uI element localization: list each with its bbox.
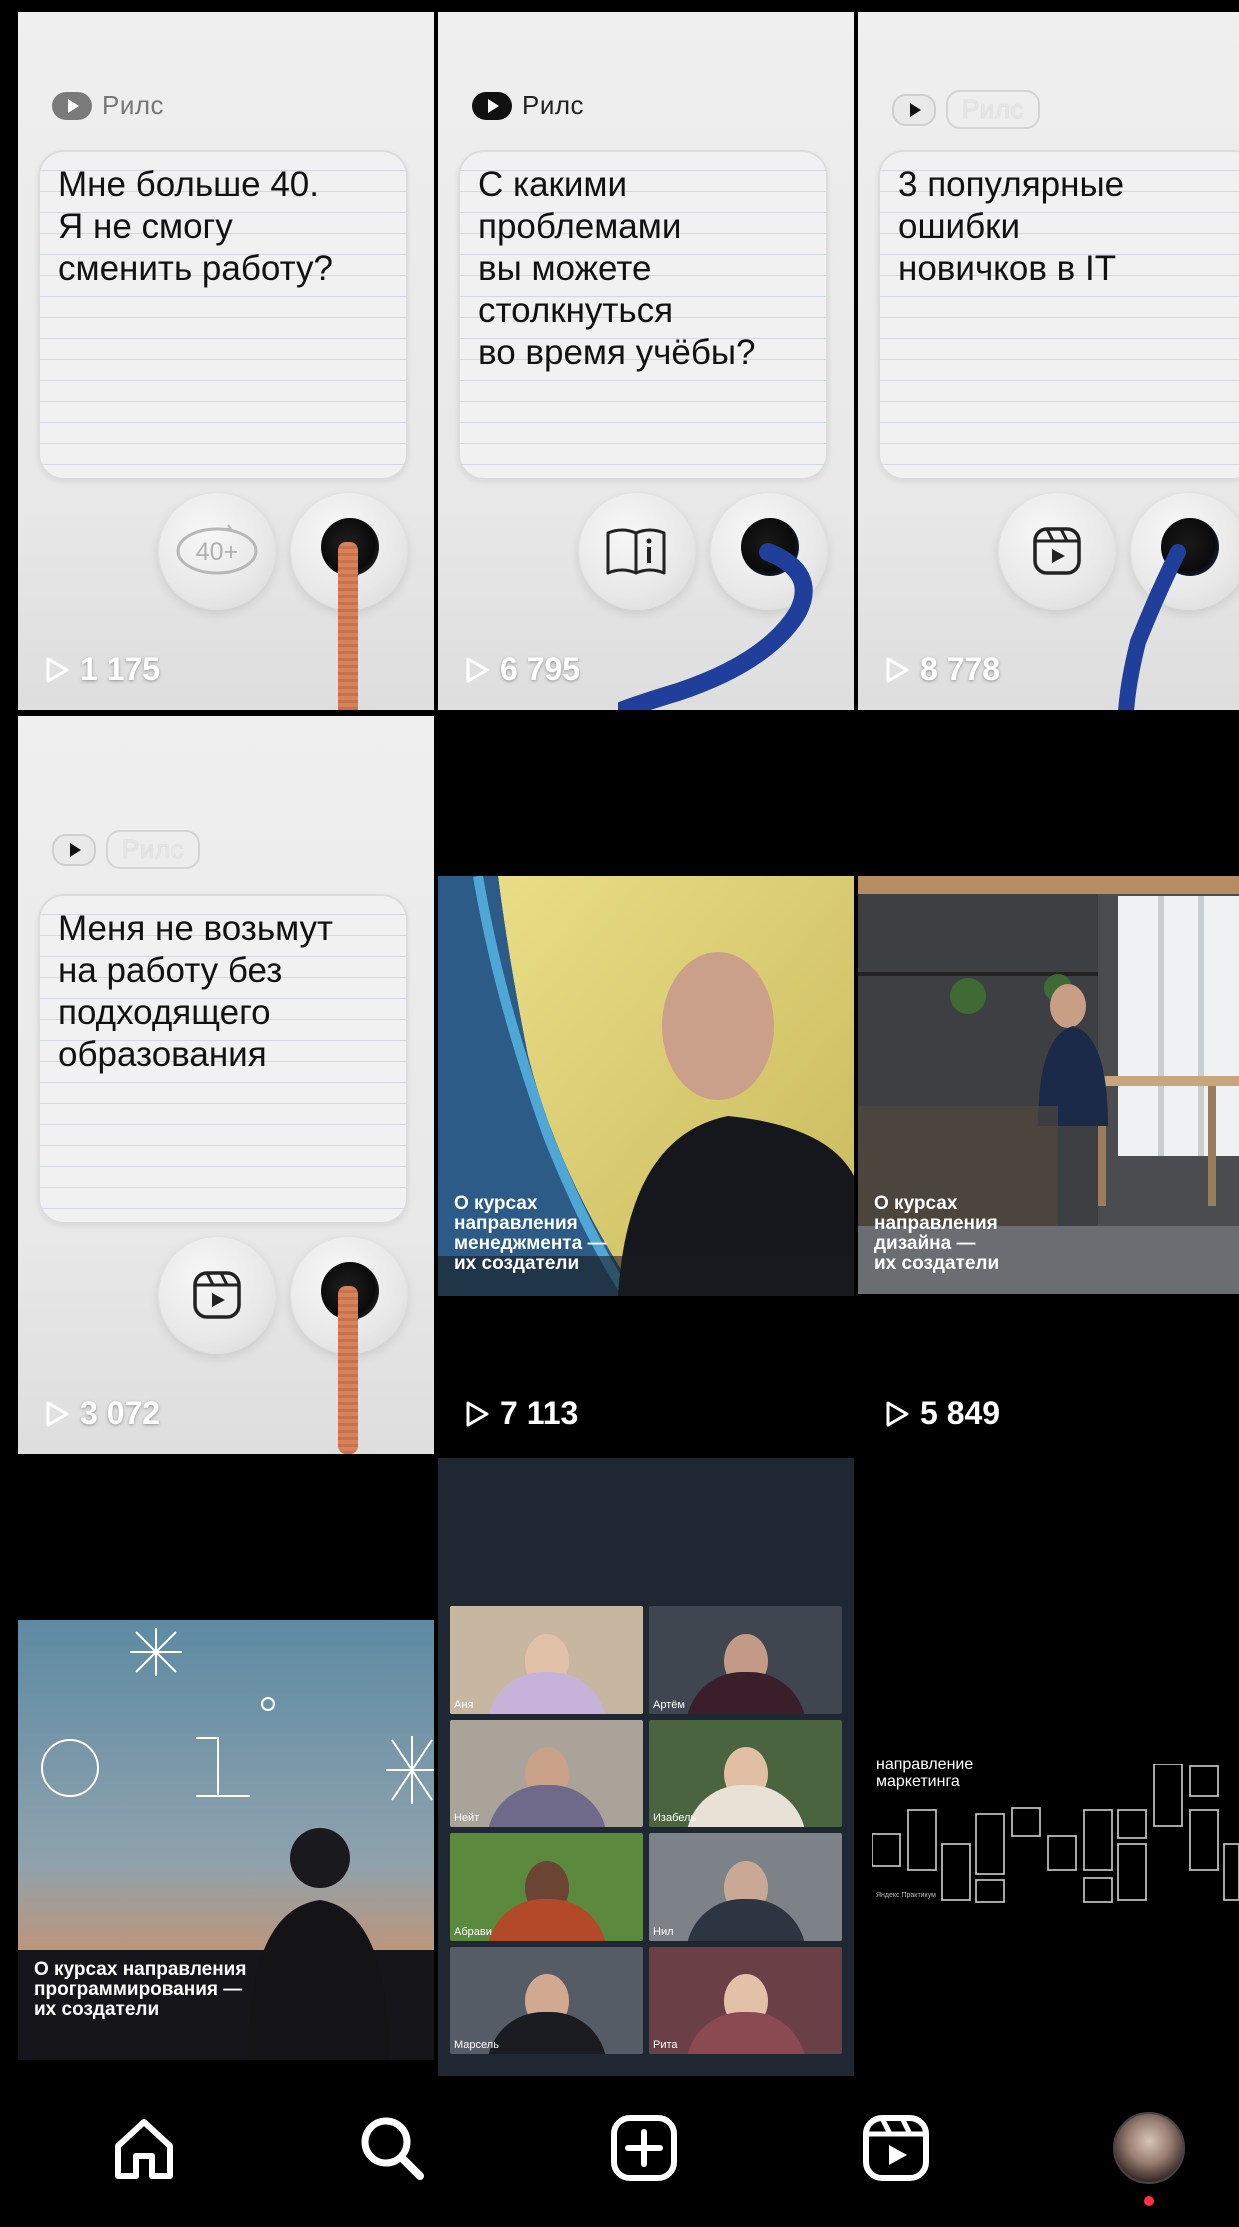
reel-tile-4[interactable]: Рилс Меня не возьмут на работу без подхо… <box>18 716 434 1454</box>
blue-cable <box>618 543 813 710</box>
participant-name: Марсель <box>454 2039 499 2051</box>
participant-name: Нейт <box>454 1812 480 1824</box>
view-count-value: 1 175 <box>80 651 161 687</box>
video-caption: О курсах направления программирования — … <box>34 1959 247 2020</box>
reels-tag: Рилс <box>52 90 164 121</box>
home-icon <box>115 2119 173 2179</box>
participant-name: Аня <box>454 1698 474 1711</box>
participant-name: Изабель <box>653 1812 697 1824</box>
video-tile-management[interactable]: О курсах направления менеджмента — их со… <box>438 716 854 1454</box>
play-icon <box>46 657 69 682</box>
brand-label: Яндекс Практикум <box>876 1892 936 1899</box>
play-icon <box>466 657 489 682</box>
view-count: 6 795 <box>464 651 580 688</box>
view-count-value: 5 849 <box>920 1395 1001 1431</box>
reels-tag-label: Рилс <box>106 830 201 869</box>
view-count-value: 6 795 <box>500 651 581 687</box>
play-icon <box>892 93 936 126</box>
participant-tile: Изабель <box>649 1719 842 1827</box>
participant-body <box>486 1671 607 1714</box>
view-count-value: 7 113 <box>500 1395 579 1431</box>
participant-tile: Абрави <box>450 1833 643 1941</box>
view-count: 3 072 <box>44 1395 160 1432</box>
play-icon <box>466 1401 489 1426</box>
reel-tile-1[interactable]: Рилс Мне больше 40. Я не смогу сменить р… <box>18 12 434 710</box>
play-icon <box>886 1401 909 1426</box>
note-card: Мне больше 40. Я не смогу сменить работу… <box>38 150 408 480</box>
reel-tile-3[interactable]: Рилс 3 популярные ошибки новичков в IT 8… <box>858 12 1239 710</box>
reel-title: 3 популярные ошибки новичков в IT <box>898 165 1125 288</box>
participant-name: Абрави <box>454 1925 492 1938</box>
avatar <box>1113 2112 1185 2184</box>
reels-tag-label: Рилс <box>102 90 165 120</box>
participant-name: Артём <box>653 1698 685 1711</box>
participant-body <box>685 2012 806 2054</box>
reels-tag: Рилс <box>892 90 1041 129</box>
play-icon <box>46 1401 69 1426</box>
view-count-value: 3 072 <box>80 1395 161 1431</box>
video-call-grid: Аня Артём Нейт Изабель Абрави Нил Марсел… <box>450 1606 842 2054</box>
age-badge-icon: 40+ <box>176 524 258 575</box>
age-badge: 40+ <box>158 492 276 610</box>
video-caption: О курсах направления менеджмента — их со… <box>454 1193 607 1274</box>
note-card: Меня не возьмут на работу без подходящег… <box>38 894 408 1224</box>
video-tile-programming[interactable]: О курсах направления программирования — … <box>18 1458 434 2076</box>
reel-title: Мне больше 40. Я не смогу сменить работу… <box>58 165 333 288</box>
reel-title: Меня не возьмут на работу без подходящег… <box>58 909 334 1074</box>
participant-tile: Аня <box>450 1606 643 1714</box>
participant-tile: Нил <box>649 1833 842 1941</box>
play-icon <box>886 657 909 682</box>
bottom-navigation <box>0 2080 1239 2227</box>
video-tile-creators[interactable]: Аня Артём Нейт Изабель Абрави Нил Марсел… <box>438 1458 854 2076</box>
participant-body <box>486 1898 607 1941</box>
participant-tile: Нейт <box>450 1719 643 1827</box>
play-icon <box>472 91 512 120</box>
search-icon <box>361 2117 424 2180</box>
blue-cable <box>1118 544 1186 710</box>
reels-tag: Рилс <box>472 90 584 121</box>
view-count: 7 113 <box>464 1395 578 1432</box>
participant-body <box>486 1785 607 1827</box>
nav-profile[interactable] <box>1109 2108 1189 2188</box>
participant-tile: Артём <box>649 1606 842 1714</box>
participant-body <box>685 1785 806 1827</box>
reel-tile-2[interactable]: Рилс С какими проблемами вы можете столк… <box>438 12 854 710</box>
view-count: 1 175 <box>44 651 160 688</box>
participant-name: Рита <box>653 2039 678 2051</box>
notification-dot <box>1144 2196 1154 2206</box>
note-card: С какими проблемами вы можете столкнутьс… <box>458 150 828 480</box>
view-count-value: 8 778 <box>920 651 1001 687</box>
participant-body <box>685 1671 806 1714</box>
explore-grid-screen: Рилс Мне больше 40. Я не смогу сменить р… <box>0 0 1239 2227</box>
participant-tile: Рита <box>649 1946 842 2054</box>
reels-tag: Рилс <box>52 830 201 869</box>
view-count: 8 778 <box>884 651 1000 688</box>
age-badge-label: 40+ <box>196 538 238 566</box>
orange-cable <box>338 1286 358 1454</box>
reels-icon <box>193 1271 241 1319</box>
reels-icon <box>863 2115 929 2181</box>
video-tile-marketing[interactable]: направление маркетинга Яндекс Практикум <box>858 1458 1239 2076</box>
nav-home[interactable] <box>104 2108 184 2188</box>
orange-cable <box>338 542 358 710</box>
nav-search[interactable] <box>352 2108 432 2188</box>
participant-tile: Марсель <box>450 1946 643 2054</box>
reels-tag-label: Рилс <box>946 90 1041 129</box>
reels-icon <box>1033 527 1081 575</box>
note-card: 3 популярные ошибки новичков в IT <box>878 150 1239 480</box>
play-icon <box>52 833 96 866</box>
nav-create[interactable] <box>604 2108 684 2188</box>
video-tile-design[interactable]: О курсах направления дизайна — их создат… <box>858 716 1239 1454</box>
participant-body <box>486 2012 607 2054</box>
reels-tag-label: Рилс <box>522 90 585 120</box>
reels-badge <box>158 1236 276 1354</box>
reel-title: С какими проблемами вы можете столкнутьс… <box>478 165 756 372</box>
participant-name: Нил <box>653 1925 674 1938</box>
play-icon <box>52 91 92 120</box>
nav-reels[interactable] <box>856 2108 936 2188</box>
video-caption: О курсах направления дизайна — их создат… <box>874 1193 1000 1274</box>
view-count: 5 849 <box>884 1395 1000 1432</box>
plus-square-icon <box>611 2115 677 2181</box>
participant-body <box>685 1898 806 1941</box>
